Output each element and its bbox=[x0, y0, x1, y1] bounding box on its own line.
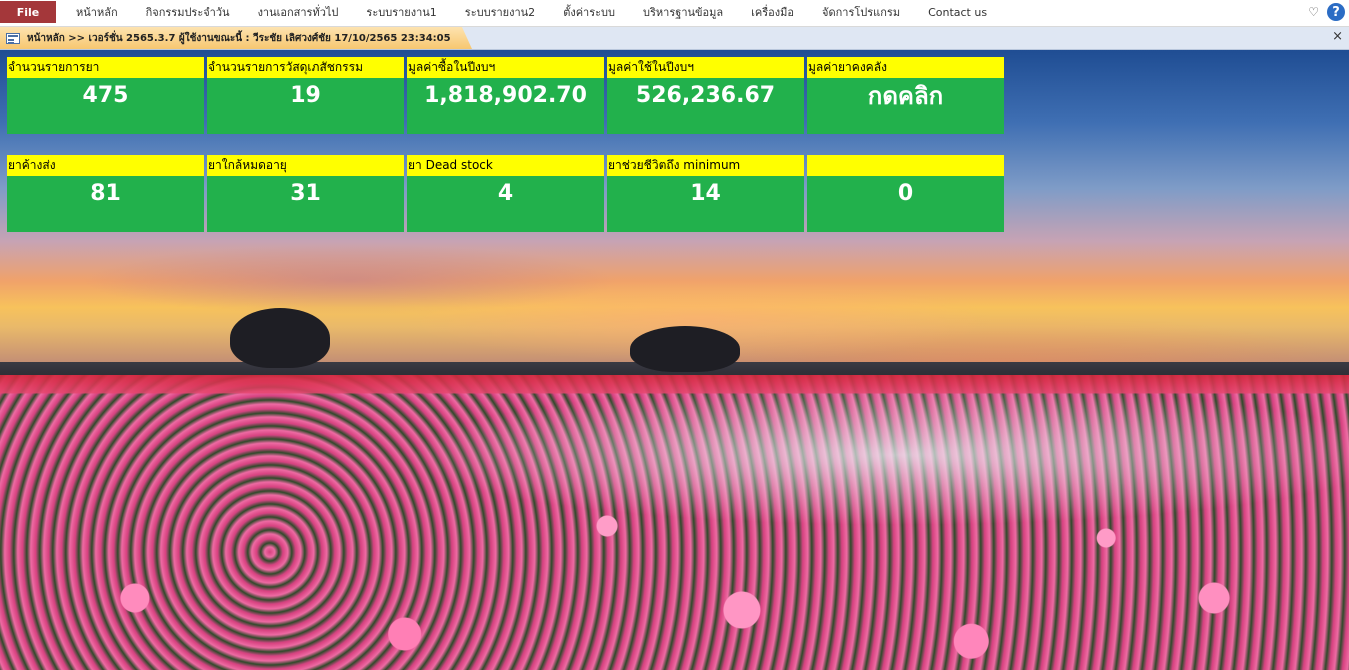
tile-value: 475 bbox=[7, 78, 204, 134]
tile-label: จำนวนรายการยา bbox=[7, 57, 204, 78]
menu-item-daily-activities[interactable]: กิจกรรมประจำวัน bbox=[132, 0, 244, 26]
menu-item-general-documents[interactable]: งานเอกสารทั่วไป bbox=[244, 0, 353, 26]
tile-unlabeled[interactable]: 0 bbox=[807, 155, 1004, 235]
tile-label: มูลค่ายาคงคลัง bbox=[807, 57, 1004, 78]
help-icon[interactable]: ? bbox=[1327, 3, 1345, 21]
menu-item-system-settings[interactable]: ตั้งค่าระบบ bbox=[549, 0, 629, 26]
document-tab-title: หน้าหลัก >> เวอร์ชั่น 2565.3.7 ผู้ใช้งาน… bbox=[27, 32, 451, 44]
tree-center bbox=[630, 326, 740, 372]
tile-inventory-value[interactable]: มูลค่ายาคงคลัง กดคลิก bbox=[807, 57, 1004, 137]
tile-backorder[interactable]: ยาค้างส่ง 81 bbox=[7, 155, 204, 235]
tile-label: ยาใกล้หมดอายุ bbox=[207, 155, 404, 176]
tile-value: 526,236.67 bbox=[607, 78, 804, 134]
ribbon-menu: หน้าหลัก กิจกรรมประจำวัน งานเอกสารทั่วไป… bbox=[62, 0, 1001, 26]
tile-value: 1,818,902.70 bbox=[407, 78, 604, 134]
tile-value: 14 bbox=[607, 176, 804, 232]
tile-pharma-supply-count[interactable]: จำนวนรายการวัสดุเภสัชกรรม 19 bbox=[207, 57, 404, 137]
tile-value-click[interactable]: กดคลิก bbox=[807, 78, 1004, 134]
tile-value: 4 bbox=[407, 176, 604, 232]
tile-dead-stock[interactable]: ยา Dead stock 4 bbox=[407, 155, 604, 235]
tile-near-expiry[interactable]: ยาใกล้หมดอายุ 31 bbox=[207, 155, 404, 235]
tile-value: 0 bbox=[807, 176, 1004, 232]
tile-label: ยา Dead stock bbox=[407, 155, 604, 176]
collapse-ribbon-icon[interactable]: ♡ bbox=[1308, 5, 1319, 19]
tile-label: มูลค่าใช้ในปีงบฯ bbox=[607, 57, 804, 78]
tile-label: จำนวนรายการวัสดุเภสัชกรรม bbox=[207, 57, 404, 78]
ribbon-bar: File หน้าหลัก กิจกรรมประจำวัน งานเอกสารท… bbox=[0, 0, 1349, 27]
menu-item-tools[interactable]: เครื่องมือ bbox=[737, 0, 808, 26]
menu-item-home[interactable]: หน้าหลัก bbox=[62, 0, 132, 26]
tile-purchase-value[interactable]: มูลค่าซื้อในปีงบฯ 1,818,902.70 bbox=[407, 57, 604, 137]
tile-value: 81 bbox=[7, 176, 204, 232]
tile-usage-value[interactable]: มูลค่าใช้ในปีงบฯ 526,236.67 bbox=[607, 57, 804, 137]
tile-life-saving-minimum[interactable]: ยาช่วยชีวิตถึง minimum 14 bbox=[607, 155, 804, 235]
tulip-flowers bbox=[0, 430, 1349, 670]
document-tab[interactable]: หน้าหลัก >> เวอร์ชั่น 2565.3.7 ผู้ใช้งาน… bbox=[0, 27, 472, 49]
tile-drug-count[interactable]: จำนวนรายการยา 475 bbox=[7, 57, 204, 137]
close-icon[interactable]: × bbox=[1332, 29, 1343, 44]
form-icon bbox=[6, 32, 20, 44]
tile-value: 31 bbox=[207, 176, 404, 232]
tile-label: ยาค้างส่ง bbox=[7, 155, 204, 176]
background-image bbox=[0, 50, 1349, 670]
tile-label: มูลค่าซื้อในปีงบฯ bbox=[407, 57, 604, 78]
tile-label: ยาช่วยชีวิตถึง minimum bbox=[607, 155, 804, 176]
document-tab-strip: หน้าหลัก >> เวอร์ชั่น 2565.3.7 ผู้ใช้งาน… bbox=[0, 27, 1349, 50]
ribbon-controls: ♡ ? bbox=[1308, 3, 1345, 21]
tree-left bbox=[230, 308, 330, 368]
tile-value: 19 bbox=[207, 78, 404, 134]
menu-item-report-system-1[interactable]: ระบบรายงาน1 bbox=[352, 0, 450, 26]
menu-item-contact-us[interactable]: Contact us bbox=[914, 0, 1001, 26]
file-button[interactable]: File bbox=[0, 1, 56, 23]
tile-label bbox=[807, 155, 1004, 176]
menu-item-database-management[interactable]: บริหารฐานข้อมูล bbox=[629, 0, 737, 26]
menu-item-report-system-2[interactable]: ระบบรายงาน2 bbox=[451, 0, 549, 26]
menu-item-program-management[interactable]: จัดการโปรแกรม bbox=[808, 0, 914, 26]
